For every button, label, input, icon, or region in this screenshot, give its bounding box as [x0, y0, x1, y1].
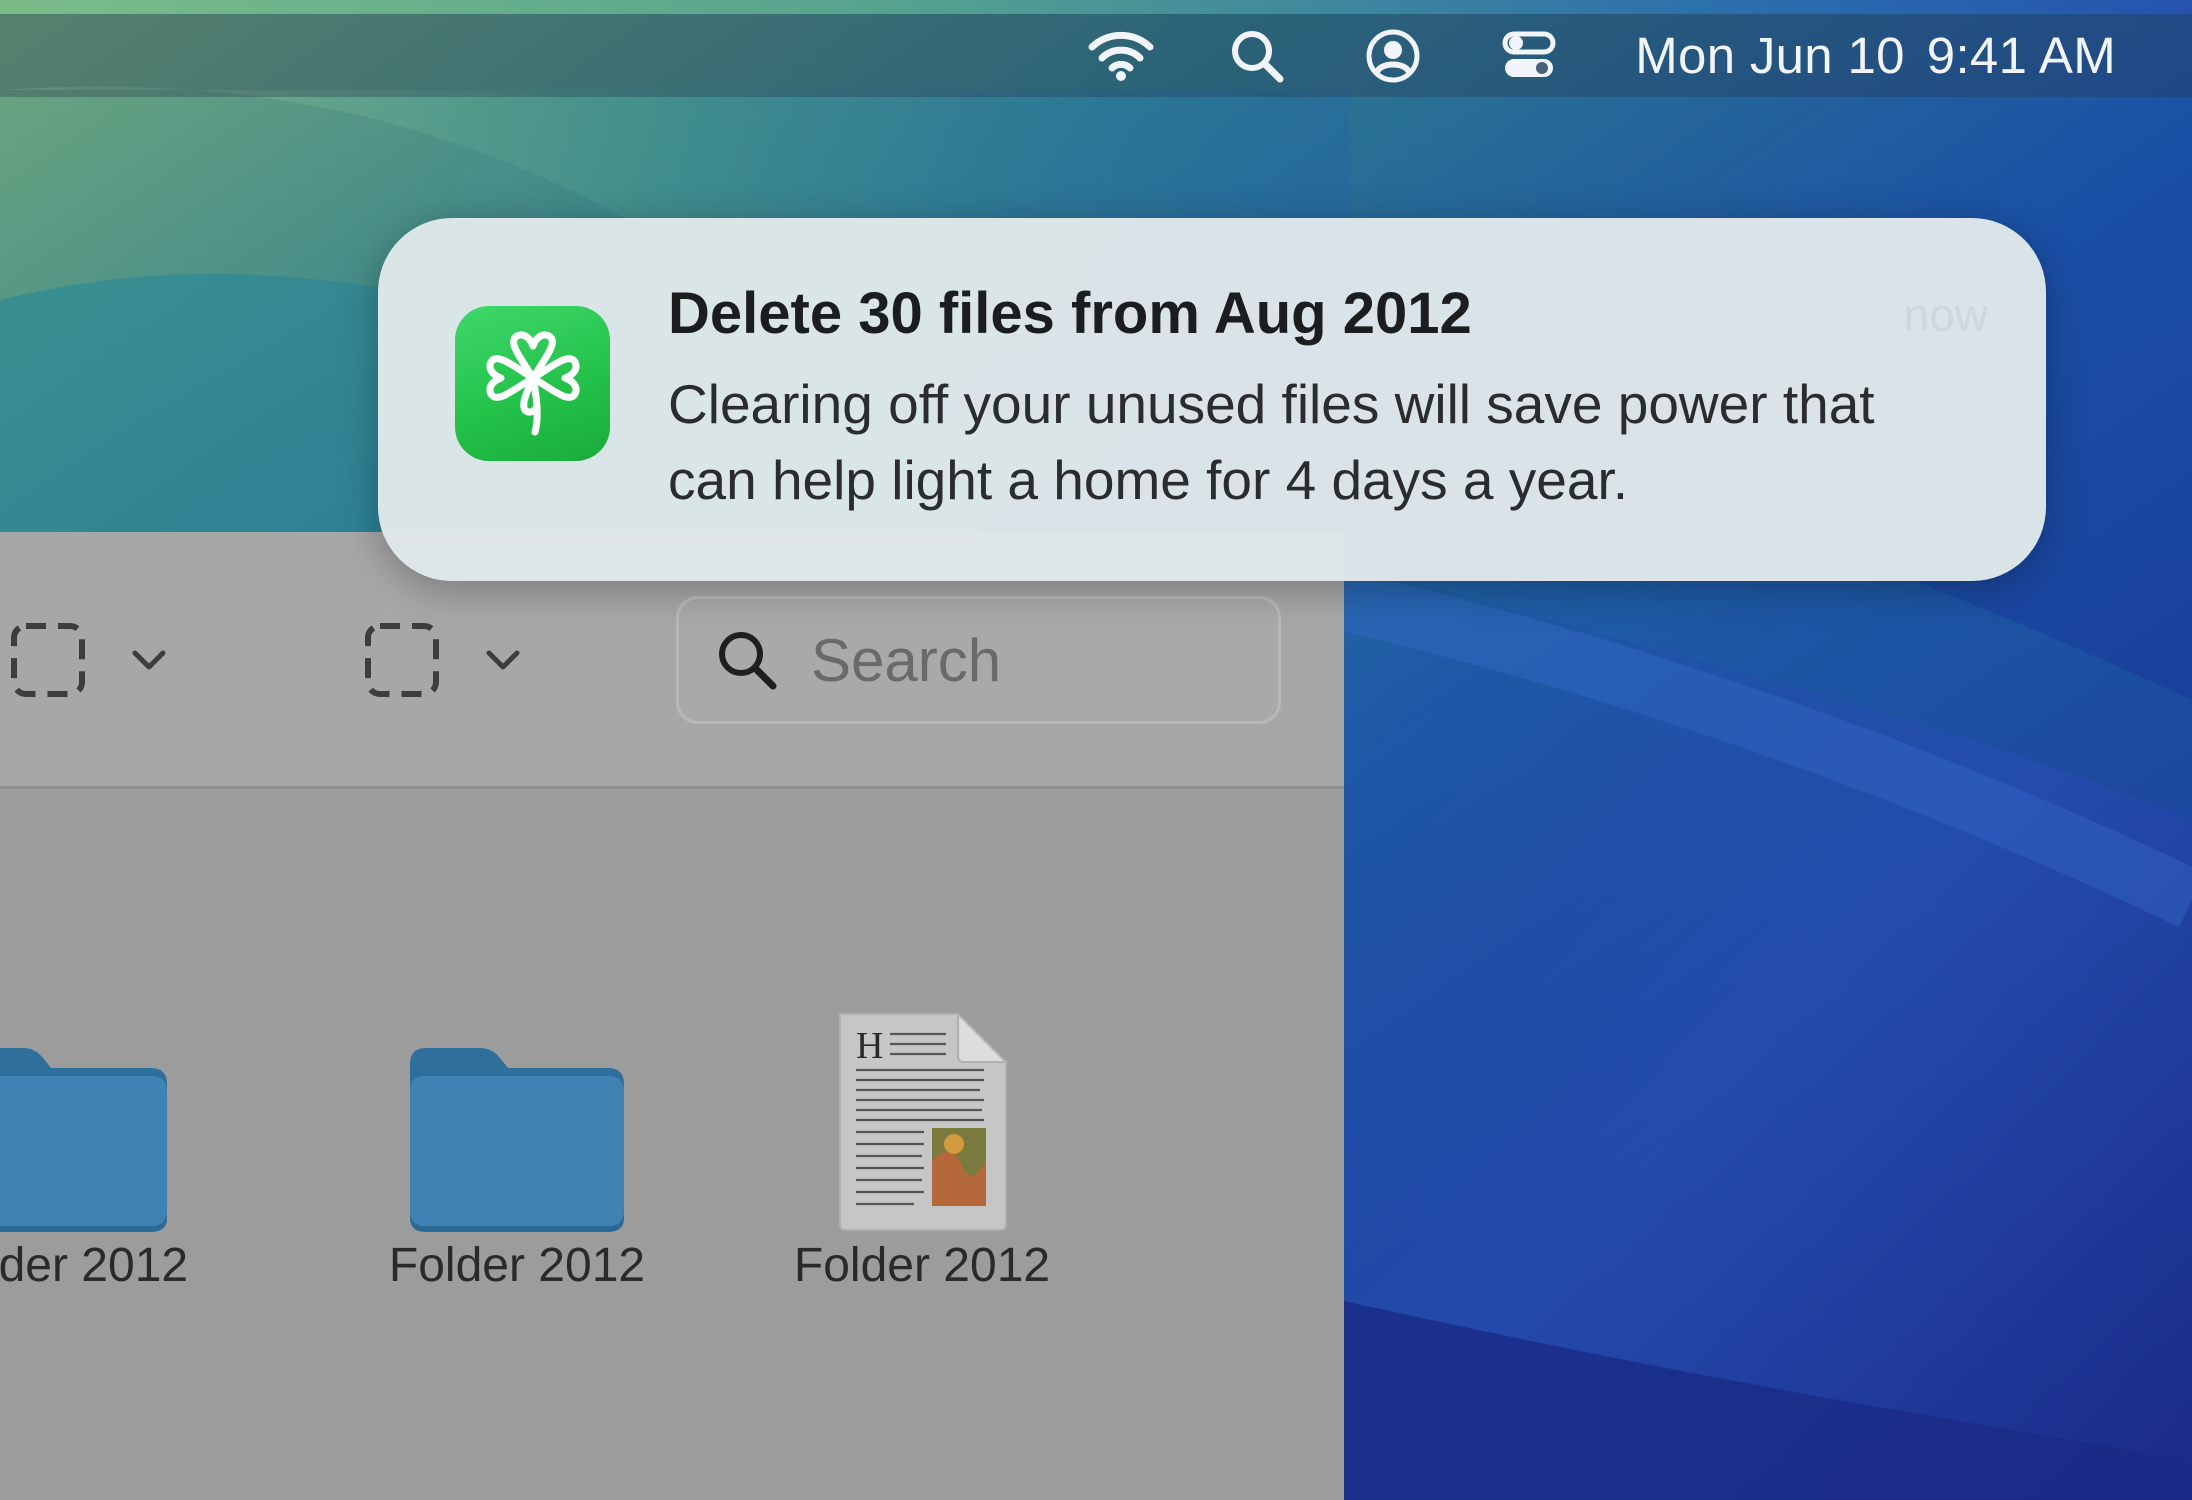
finder-window: Folder 2012 Folder 2012 H — [0, 532, 1344, 1500]
menubar-date: Mon Jun 10 — [1635, 27, 1905, 84]
menubar-clock[interactable]: Mon Jun 10 9:41 AM — [1635, 26, 2116, 85]
notification-body: Clearing off your unused files will save… — [668, 373, 1875, 511]
menubar: Mon Jun 10 9:41 AM — [0, 14, 2192, 97]
desktop: Mon Jun 10 9:41 AM Search der 2012 Folde… — [0, 0, 2192, 1500]
file-name-label: Folder 2012 — [0, 1239, 189, 1292]
text-document-icon: H — [772, 972, 1072, 1232]
folder-icon — [0, 972, 210, 1232]
svg-text:H: H — [856, 1025, 883, 1067]
folder-icon — [367, 972, 667, 1232]
notification-title: Delete 30 files from Aug 2012 — [668, 281, 1472, 346]
group-options-button[interactable] — [364, 620, 520, 700]
user-account-icon[interactable] — [1358, 21, 1428, 91]
list-item[interactable]: Folder 2012 — [0, 972, 210, 1332]
chevron-down-icon — [486, 650, 520, 670]
chevron-down-icon — [132, 650, 166, 670]
file-name-label: Folder 2012 — [793, 1239, 1051, 1292]
four-leaf-clover-icon — [455, 306, 610, 461]
file-name-label: Folder 2012 — [388, 1239, 646, 1292]
list-item[interactable]: Folder 2012 — [367, 972, 667, 1332]
menubar-accent-strip — [0, 0, 2192, 14]
search-input[interactable] — [809, 624, 1253, 696]
list-item[interactable]: H Folder 2012 — [772, 972, 1072, 1332]
finder-search-field[interactable] — [676, 596, 1281, 724]
dashed-square-icon — [11, 623, 85, 697]
search-icon — [719, 632, 777, 690]
menubar-time: 9:41 AM — [1926, 27, 2116, 84]
notification-timestamp: now — [1903, 289, 1988, 341]
notification-banner[interactable]: Delete 30 files from Aug 2012 Clearing o… — [378, 218, 2046, 581]
wifi-icon[interactable] — [1086, 21, 1156, 91]
dashed-square-icon — [365, 623, 439, 697]
control-center-icon[interactable] — [1494, 21, 1564, 91]
view-options-button[interactable] — [10, 620, 166, 700]
search-icon[interactable] — [1222, 21, 1292, 91]
